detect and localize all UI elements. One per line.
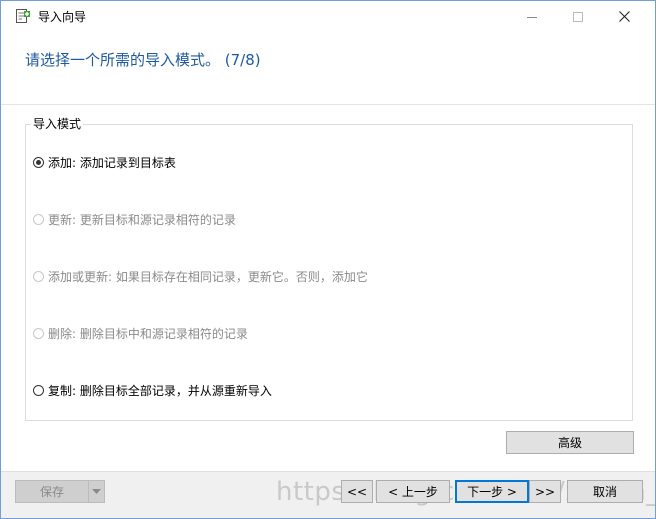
- minimize-icon: [527, 16, 537, 18]
- save-button: 保存: [15, 480, 89, 503]
- chevron-down-icon: [92, 488, 101, 494]
- cancel-button[interactable]: 取消: [567, 480, 643, 503]
- page-title: 请选择一个所需的导入模式。 (7/8): [25, 51, 261, 69]
- radio-add-or-update: [33, 270, 44, 282]
- maximize-button[interactable]: [555, 1, 601, 32]
- close-button[interactable]: [601, 1, 647, 32]
- import-wizard-window: 导入向导 请选择一个所需的导入模式。 (7/8) 导入模式 添加: 添加记录到目…: [0, 0, 656, 519]
- radio-add[interactable]: [33, 156, 44, 168]
- title-bar: 导入向导: [1, 1, 655, 32]
- option-update-label: 更新: 更新目标和源记录相符的记录: [48, 212, 236, 227]
- option-copy-label: 复制: 删除目标全部记录，并从源重新导入: [48, 383, 272, 398]
- option-copy[interactable]: 复制: 删除目标全部记录，并从源重新导入: [33, 382, 272, 398]
- next-step-button[interactable]: 下一步 >: [455, 480, 529, 503]
- previous-step-button[interactable]: < 上一步: [376, 480, 450, 503]
- save-dropdown-button: [88, 480, 105, 503]
- minimize-button[interactable]: [509, 1, 555, 32]
- close-icon: [618, 11, 630, 22]
- header-divider: [1, 104, 655, 105]
- first-step-button[interactable]: <<: [341, 480, 373, 503]
- option-delete: 删除: 删除目标中和源记录相符的记录: [33, 325, 248, 341]
- maximize-icon: [573, 11, 583, 22]
- option-update: 更新: 更新目标和源记录相符的记录: [33, 211, 236, 227]
- last-step-button[interactable]: >>: [529, 480, 561, 503]
- radio-delete: [33, 327, 44, 339]
- import-wizard-icon: [15, 8, 31, 24]
- wizard-header: 请选择一个所需的导入模式。 (7/8): [1, 32, 655, 104]
- option-add-or-update-label: 添加或更新: 如果目标存在相同记录，更新它。否则，添加它: [48, 269, 368, 284]
- option-add[interactable]: 添加: 添加记录到目标表: [33, 154, 176, 170]
- option-add-or-update: 添加或更新: 如果目标存在相同记录，更新它。否则，添加它: [33, 268, 368, 284]
- import-mode-legend: 导入模式: [31, 116, 84, 132]
- window-title: 导入向导: [38, 10, 87, 24]
- advanced-button[interactable]: 高级: [506, 431, 634, 454]
- option-add-label: 添加: 添加记录到目标表: [48, 155, 176, 170]
- radio-update: [33, 213, 44, 225]
- option-delete-label: 删除: 删除目标中和源记录相符的记录: [48, 326, 248, 341]
- radio-copy[interactable]: [33, 384, 44, 396]
